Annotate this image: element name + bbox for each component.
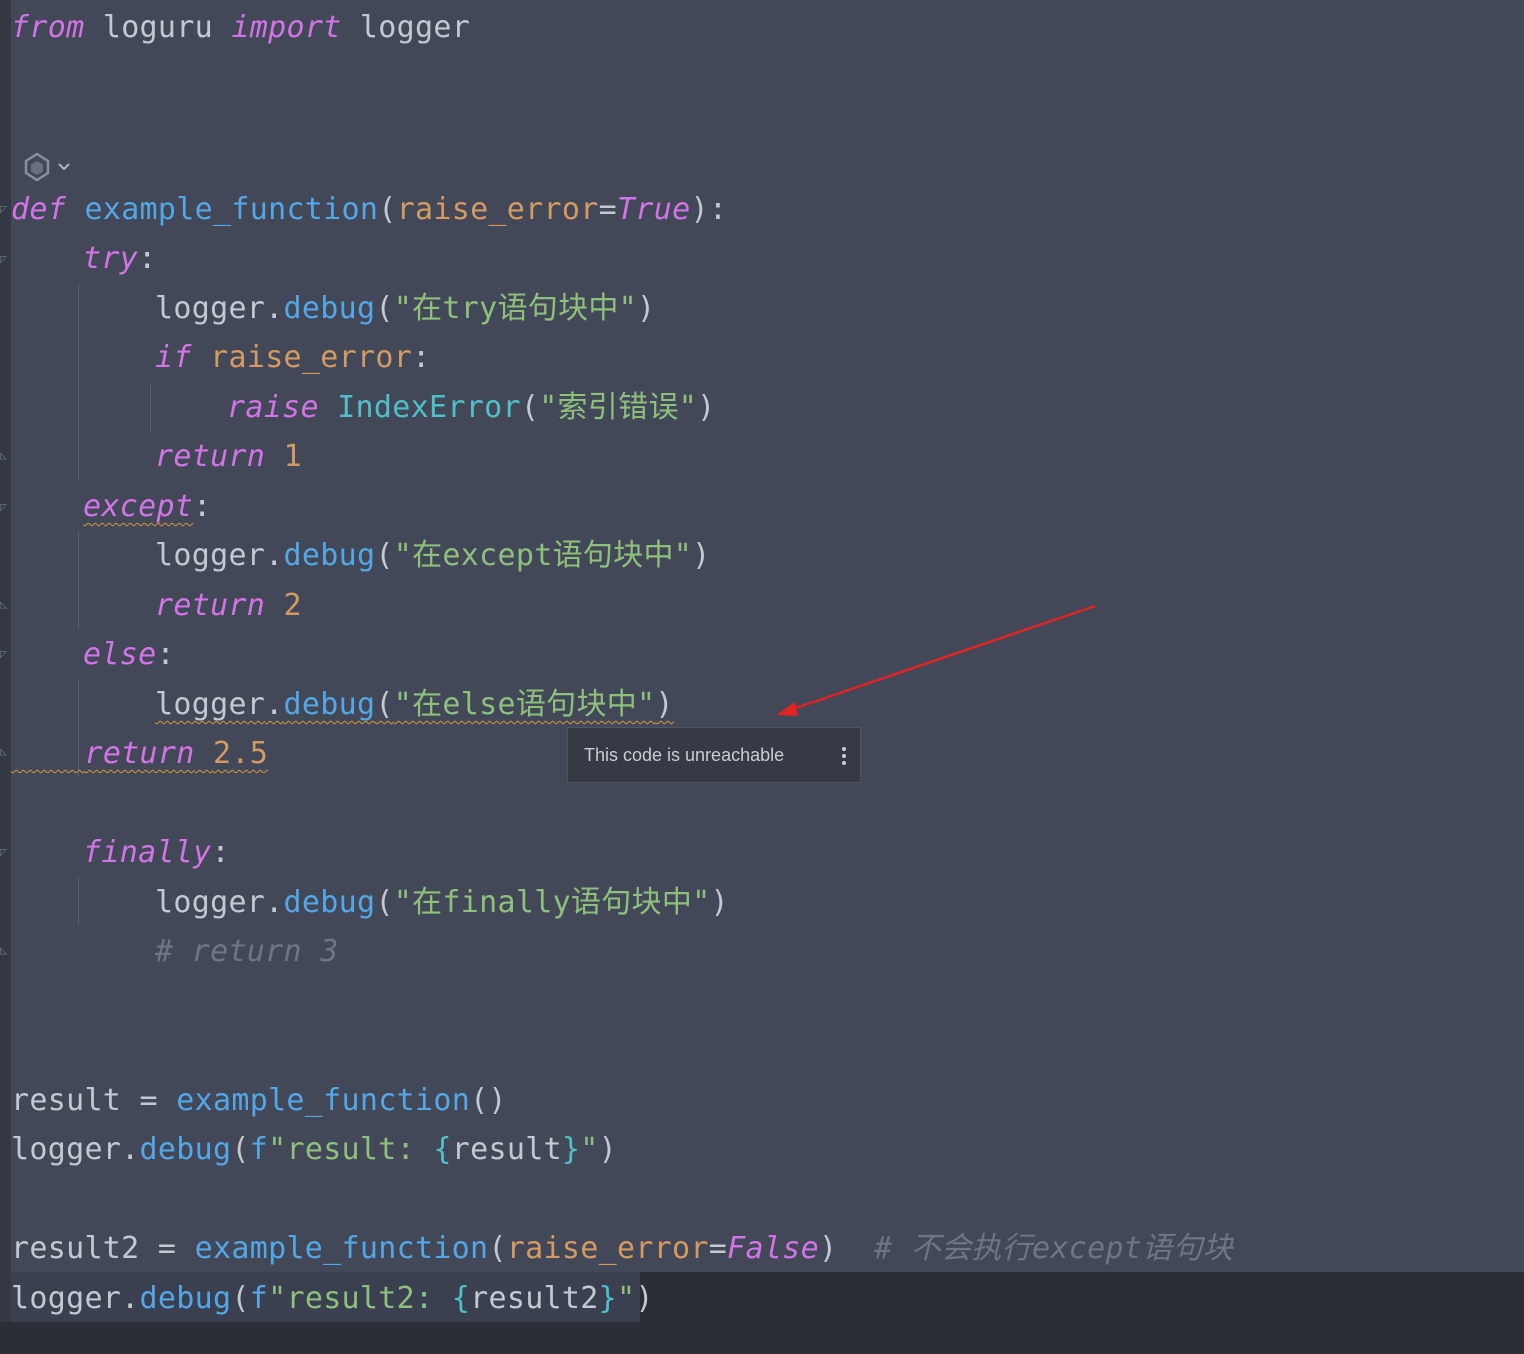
- annotation-arrow: [776, 604, 1096, 716]
